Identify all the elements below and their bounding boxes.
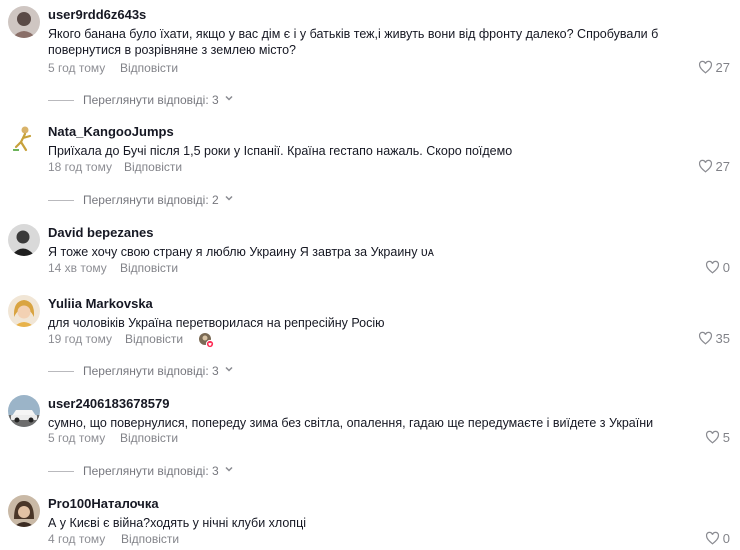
reply-button[interactable]: Відповісти [125, 332, 183, 346]
comment-username[interactable]: Yuliia Markovska [48, 296, 153, 311]
comment-text: Приїхала до Бучі після 1,5 роки у Іспані… [48, 144, 513, 158]
avatar[interactable] [8, 495, 40, 527]
comment-text: А у Києві є війна?ходять у нічні клуби х… [48, 516, 307, 530]
like-button[interactable]: 35 [698, 331, 730, 346]
divider-line [48, 99, 74, 101]
like-button[interactable]: 5 [705, 430, 730, 445]
view-replies-button[interactable]: Переглянути відповіді: 3 [48, 91, 235, 109]
comment-time: 18 год тому [48, 160, 112, 174]
heart-outline-icon [698, 159, 713, 174]
view-replies-button[interactable]: Переглянути відповіді: 3 [48, 462, 235, 480]
creator-liked-badge-icon [198, 332, 215, 349]
like-button[interactable]: 27 [698, 159, 730, 174]
comment-item: Yuliia Markovska для чоловіків Україна п… [0, 295, 740, 385]
heart-outline-icon [705, 260, 720, 275]
like-button[interactable]: 27 [698, 60, 730, 75]
comment-text: сумно, що повернулися, попереду зима без… [48, 416, 654, 430]
comment-username[interactable]: Pro100Наталочка [48, 496, 159, 511]
view-replies-label: Переглянути відповіді: 3 [83, 364, 219, 378]
comment-text: Я тоже хочу свою страну я люблю Украину … [48, 245, 434, 259]
comment-text: Якого банана було їхати, якщо у вас дім … [48, 27, 659, 57]
view-replies-label: Переглянути відповіді: 3 [83, 93, 219, 107]
chevron-down-icon [219, 462, 235, 480]
view-replies-label: Переглянути відповіді: 2 [83, 193, 219, 207]
chevron-down-icon [219, 191, 235, 209]
like-count: 35 [715, 331, 730, 346]
avatar[interactable] [8, 6, 40, 38]
like-button[interactable]: 0 [705, 260, 730, 275]
comment-item: user2406183678579 сумно, що повернулися,… [0, 395, 740, 485]
divider-line [48, 199, 74, 201]
comment-time: 5 год тому [48, 61, 106, 75]
comment-item: Pro100Наталочка А у Києві є війна?ходять… [0, 495, 740, 550]
heart-outline-icon [698, 60, 713, 75]
view-replies-button[interactable]: Переглянути відповіді: 3 [48, 362, 235, 380]
comment-time: 14 хв тому [48, 261, 107, 275]
comment-item: user9rdd6z643s Якого банана було їхати, … [0, 6, 740, 107]
comment-username[interactable]: David bepezanes [48, 225, 154, 240]
avatar[interactable] [8, 123, 40, 155]
like-count: 5 [722, 430, 730, 445]
heart-outline-icon [705, 430, 720, 445]
comment-item: Nata_KangooJumps Приїхала до Бучі після … [0, 123, 740, 213]
view-replies-label: Переглянути відповіді: 3 [83, 464, 219, 478]
like-count: 27 [715, 159, 730, 174]
chevron-down-icon [219, 362, 235, 380]
view-replies-button[interactable]: Переглянути відповіді: 2 [48, 191, 235, 209]
like-count: 27 [715, 60, 730, 75]
reply-button[interactable]: Відповісти [120, 261, 178, 275]
chevron-down-icon [219, 91, 235, 109]
comment-time: 5 год тому [48, 431, 106, 445]
heart-outline-icon [705, 531, 720, 546]
avatar[interactable] [8, 295, 40, 327]
like-count: 0 [722, 531, 730, 546]
comment-text: для чоловіків Україна перетворилася на р… [48, 316, 385, 330]
heart-outline-icon [698, 331, 713, 346]
reply-button[interactable]: Відповісти [124, 160, 182, 174]
reply-button[interactable]: Відповісти [120, 431, 178, 445]
divider-line [48, 370, 74, 372]
comment-time: 4 год тому [48, 532, 106, 546]
comment-username[interactable]: user2406183678579 [48, 396, 169, 411]
like-count: 0 [722, 260, 730, 275]
avatar[interactable] [8, 395, 40, 427]
comment-username[interactable]: user9rdd6z643s [48, 7, 146, 22]
reply-button[interactable]: Відповісти [121, 532, 179, 546]
comment-time: 19 год тому [48, 332, 112, 346]
divider-line [48, 470, 74, 472]
reply-button[interactable]: Відповісти [120, 61, 178, 75]
like-button[interactable]: 0 [705, 531, 730, 546]
avatar[interactable] [8, 224, 40, 256]
comment-username[interactable]: Nata_KangooJumps [48, 124, 174, 139]
